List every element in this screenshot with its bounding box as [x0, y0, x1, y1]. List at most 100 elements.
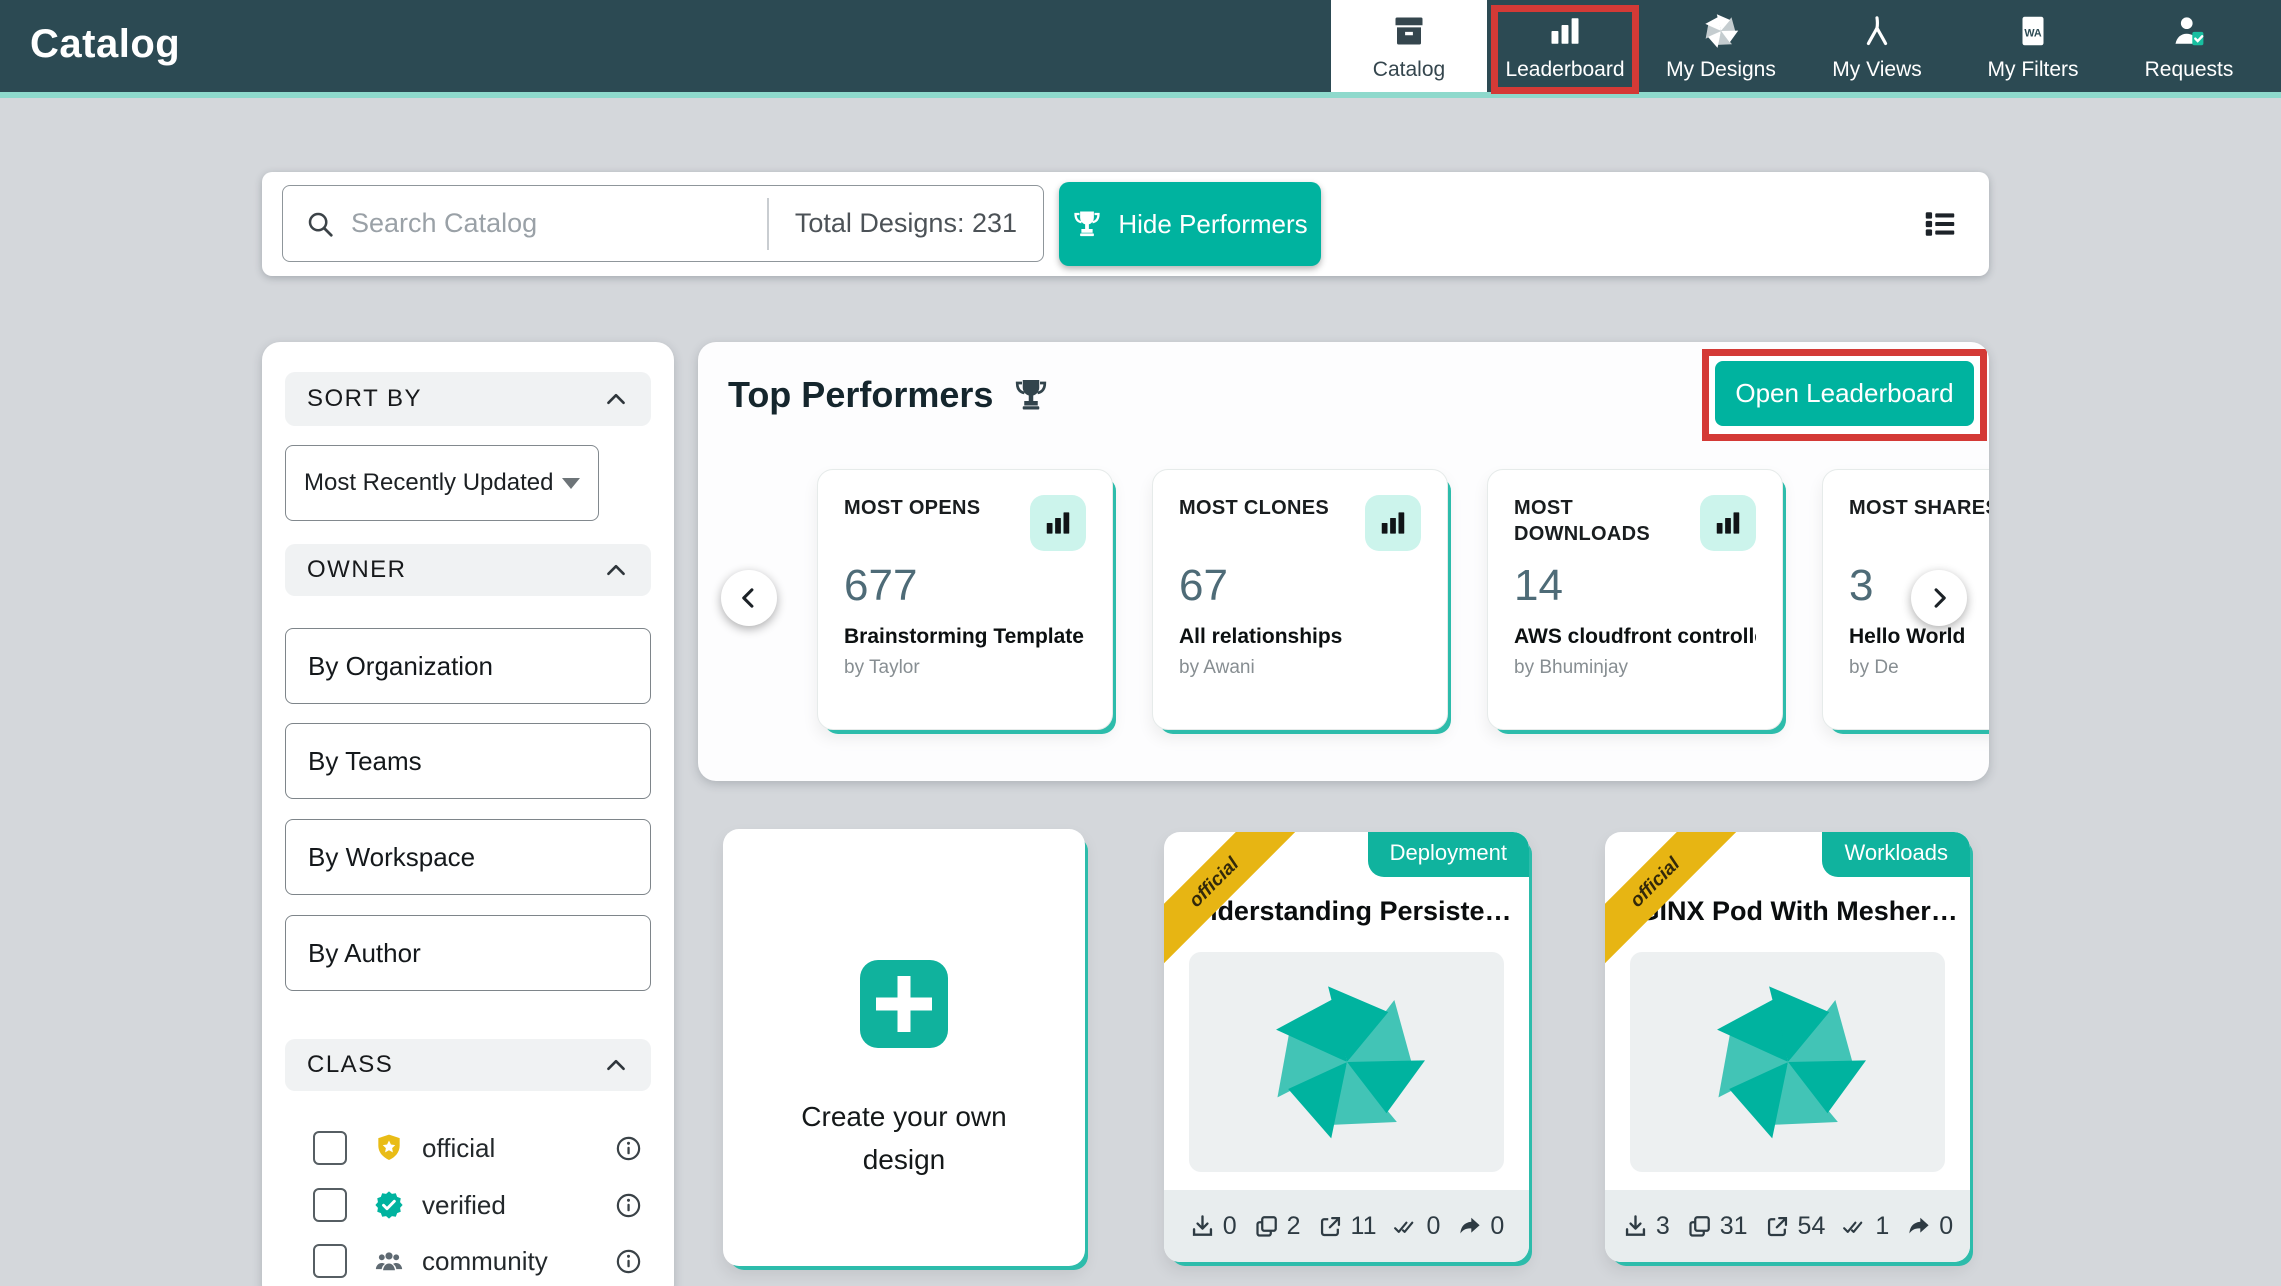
app-header: Catalog Catalog Leaderboard My Designs — [0, 0, 2281, 98]
clones-stat: 2 — [1253, 1212, 1301, 1241]
tab-my-views[interactable]: My Views — [1799, 0, 1955, 92]
performer-card-most-opens[interactable]: MOST OPENS 677 Brainstorming Template by… — [817, 469, 1113, 730]
tab-my-filters[interactable]: WA My Filters — [1955, 0, 2111, 92]
design-stats-bar: 0 2 11 0 0 — [1164, 1190, 1529, 1262]
info-icon[interactable] — [614, 1247, 643, 1276]
tab-my-designs[interactable]: My Designs — [1643, 0, 1799, 92]
opens-stat: 54 — [1764, 1212, 1826, 1241]
open-leaderboard-highlight-box: Open Leaderboard — [1702, 349, 1987, 441]
owner-header[interactable]: OWNER — [285, 544, 651, 596]
meshery-logo-icon — [1261, 976, 1433, 1148]
shares-stat: 0 — [1456, 1212, 1504, 1241]
hide-performers-button[interactable]: Hide Performers — [1059, 182, 1321, 266]
plus-icon — [860, 960, 948, 1048]
chevron-up-icon — [603, 557, 629, 583]
class-header[interactable]: CLASS — [285, 1039, 651, 1091]
catalog-page: Catalog Catalog Leaderboard My Designs — [0, 0, 2281, 1286]
filter-by-author-button[interactable]: By Author — [285, 915, 651, 991]
bar-chart-icon — [1547, 11, 1583, 51]
design-stats-bar: 3 31 54 1 0 — [1605, 1190, 1970, 1262]
design-preview — [1630, 952, 1945, 1172]
verified-checkbox[interactable] — [313, 1188, 347, 1222]
shield-star-icon — [373, 1132, 405, 1164]
double-check-icon — [1392, 1213, 1419, 1240]
design-card-understanding-persistent[interactable]: Deployment Understanding Persiste… offic… — [1164, 832, 1529, 1262]
info-icon[interactable] — [614, 1191, 643, 1220]
tab-leaderboard[interactable]: Leaderboard — [1487, 0, 1643, 92]
person-check-icon — [2171, 11, 2207, 51]
filter-by-workspace-button[interactable]: By Workspace — [285, 819, 651, 895]
trophy-icon — [1072, 209, 1102, 239]
clone-icon — [1686, 1213, 1713, 1240]
design-title: NGINX Pod With Mesher… — [1605, 896, 1970, 927]
bar-chart-icon — [1700, 495, 1756, 551]
open-in-new-icon — [1317, 1213, 1344, 1240]
download-icon — [1189, 1213, 1216, 1240]
people-icon — [373, 1245, 405, 1277]
top-performers-panel: Top Performers Open Leaderboard MOST OPE… — [698, 342, 1989, 781]
tab-requests[interactable]: Requests — [2111, 0, 2267, 92]
search-box: Total Designs: 231 — [282, 185, 1044, 262]
chevron-left-icon — [735, 584, 763, 612]
design-card-nginx-pod[interactable]: Workloads NGINX Pod With Mesher… officia… — [1605, 832, 1970, 1262]
list-view-icon[interactable] — [1921, 205, 1959, 243]
archive-icon — [1391, 11, 1427, 51]
nav-tabs: Catalog Leaderboard My Designs My Views — [1331, 0, 2267, 92]
sort-select[interactable]: Most Recently Updated — [285, 445, 599, 521]
carousel-next-button[interactable] — [1911, 570, 1967, 626]
filter-by-teams-button[interactable]: By Teams — [285, 723, 651, 799]
clone-icon — [1253, 1213, 1280, 1240]
performer-card-most-clones[interactable]: MOST CLONES 67 All relationships by Awan… — [1152, 469, 1448, 730]
create-design-label: Create your own design — [723, 1095, 1085, 1182]
deploys-stat: 0 — [1392, 1212, 1440, 1241]
filter-by-organization-button[interactable]: By Organization — [285, 628, 651, 704]
deploys-stat: 1 — [1841, 1212, 1889, 1241]
opens-stat: 11 — [1317, 1212, 1377, 1241]
caret-down-icon — [562, 478, 580, 489]
carousel-prev-button[interactable] — [721, 570, 777, 626]
download-icon — [1622, 1213, 1649, 1240]
chevron-right-icon — [1925, 584, 1953, 612]
share-icon — [1456, 1213, 1483, 1240]
meshery-pinwheel-icon — [1702, 11, 1740, 51]
wasm-filter-icon: WA — [2015, 11, 2051, 51]
class-option-official: official — [285, 1126, 651, 1170]
clones-stat: 31 — [1686, 1212, 1748, 1241]
search-icon — [305, 209, 335, 239]
community-checkbox[interactable] — [313, 1244, 347, 1278]
search-input[interactable] — [349, 207, 767, 240]
shares-stat: 0 — [1905, 1212, 1953, 1241]
class-option-verified: verified — [285, 1183, 651, 1227]
share-icon — [1905, 1213, 1932, 1240]
design-preview — [1189, 952, 1504, 1172]
trophy-icon — [1013, 377, 1049, 413]
verified-badge-icon — [373, 1189, 405, 1221]
open-leaderboard-button[interactable]: Open Leaderboard — [1715, 361, 1974, 426]
info-icon[interactable] — [614, 1134, 643, 1163]
page-title: Catalog — [30, 22, 180, 67]
kanvas-views-icon — [1859, 11, 1895, 51]
filter-sidebar: SORT BY Most Recently Updated OWNER By O… — [262, 342, 674, 1286]
tab-catalog[interactable]: Catalog — [1331, 0, 1487, 92]
class-option-community: community — [285, 1239, 651, 1283]
create-design-card[interactable]: Create your own design — [723, 829, 1085, 1266]
top-performers-title: Top Performers — [728, 374, 1049, 416]
total-designs-count: Total Designs: 231 — [769, 208, 1043, 239]
bar-chart-icon — [1365, 495, 1421, 551]
bar-chart-icon — [1030, 495, 1086, 551]
double-check-icon — [1841, 1213, 1868, 1240]
type-badge: Workloads — [1822, 832, 1970, 877]
official-checkbox[interactable] — [313, 1131, 347, 1165]
design-title: Understanding Persiste… — [1164, 896, 1529, 927]
downloads-stat: 0 — [1189, 1212, 1237, 1241]
chevron-up-icon — [603, 1052, 629, 1078]
performer-cards: MOST OPENS 677 Brainstorming Template by… — [817, 469, 1989, 730]
performer-card-most-downloads[interactable]: MOST DOWNLOADS 14 AWS cloudfront control… — [1487, 469, 1783, 730]
sort-by-header[interactable]: SORT BY — [285, 372, 651, 426]
open-in-new-icon — [1764, 1213, 1791, 1240]
toolbar-panel: Total Designs: 231 Hide Performers — [262, 172, 1989, 276]
type-badge: Deployment — [1368, 832, 1529, 877]
downloads-stat: 3 — [1622, 1212, 1670, 1241]
chevron-up-icon — [603, 386, 629, 412]
svg-text:WA: WA — [2024, 27, 2042, 39]
